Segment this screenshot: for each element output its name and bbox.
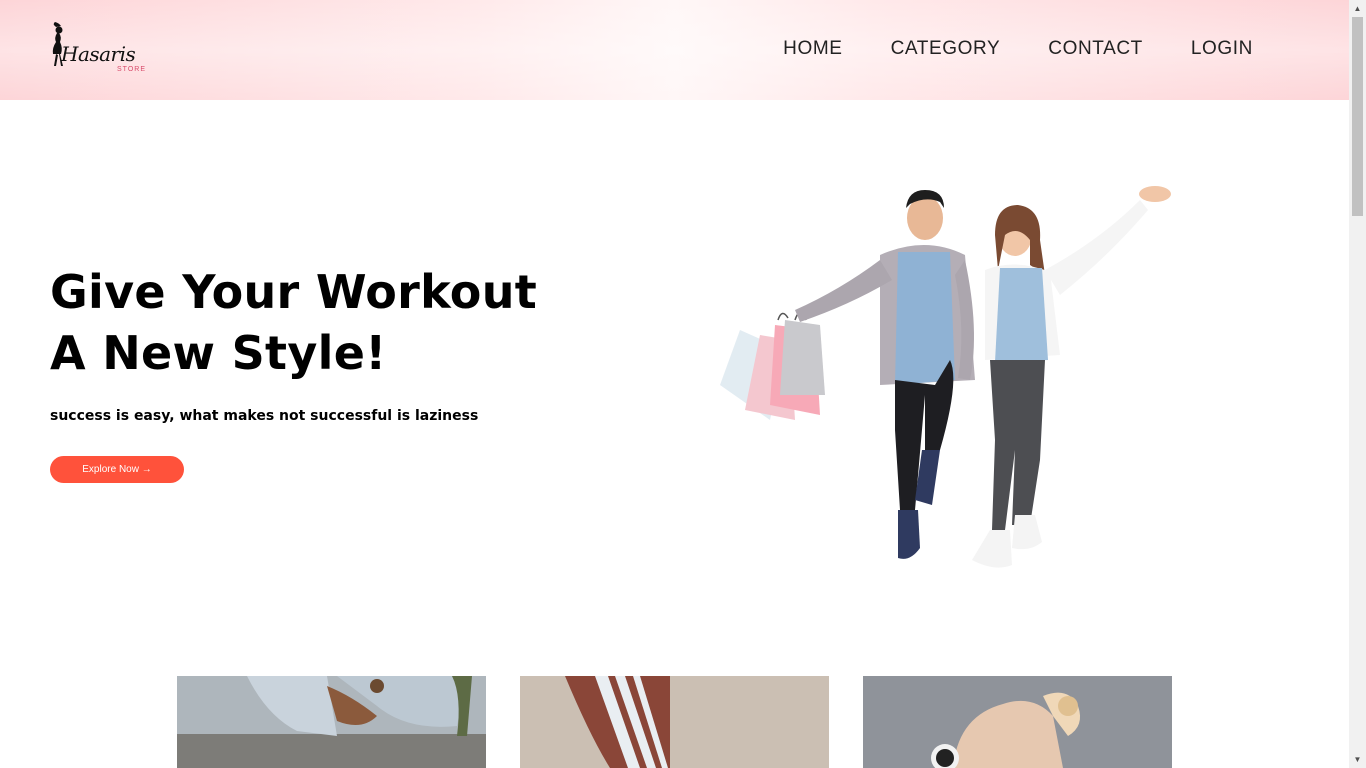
main-nav: HOME CATEGORY CONTACT LOGIN <box>735 38 1253 60</box>
woman-figure <box>972 186 1171 568</box>
category-card-smartwatch[interactable] <box>863 676 1172 768</box>
scroll-up-arrow-icon[interactable]: ▲ <box>1349 0 1366 17</box>
logo-text: Hasaris <box>61 42 136 66</box>
couple-shopping-image <box>720 186 1171 568</box>
category-card-jeans[interactable] <box>177 676 486 768</box>
page-scrollbar[interactable]: ▲ ▼ <box>1349 0 1366 768</box>
hero-title: Give Your Workout A New Style! <box>50 262 610 384</box>
jeans-photo <box>177 676 486 768</box>
category-card-track-pants[interactable] <box>520 676 829 768</box>
hero-title-line1: Give Your Workout <box>50 265 538 319</box>
nav-contact[interactable]: CONTACT <box>1048 38 1143 60</box>
smartwatch-photo <box>863 676 1172 768</box>
hero-subtitle: success is easy, what makes not successf… <box>50 408 479 424</box>
logo-subtext: STORE <box>117 66 146 73</box>
shopping-bags-icon <box>720 311 825 420</box>
hero-title-line2: A New Style! <box>50 326 387 380</box>
track-pants-photo <box>520 676 829 768</box>
nav-category[interactable]: CATEGORY <box>891 38 1001 60</box>
nav-home[interactable]: HOME <box>783 38 842 60</box>
nav-login[interactable]: LOGIN <box>1191 38 1253 60</box>
explore-now-button[interactable]: Explore Now → <box>50 456 184 483</box>
scroll-down-arrow-icon[interactable]: ▼ <box>1349 751 1366 768</box>
brand-logo[interactable]: Hasaris STORE <box>47 22 157 78</box>
site-header: Hasaris STORE HOME CATEGORY CONTACT LOGI… <box>0 0 1349 100</box>
scroll-thumb[interactable] <box>1352 17 1363 216</box>
